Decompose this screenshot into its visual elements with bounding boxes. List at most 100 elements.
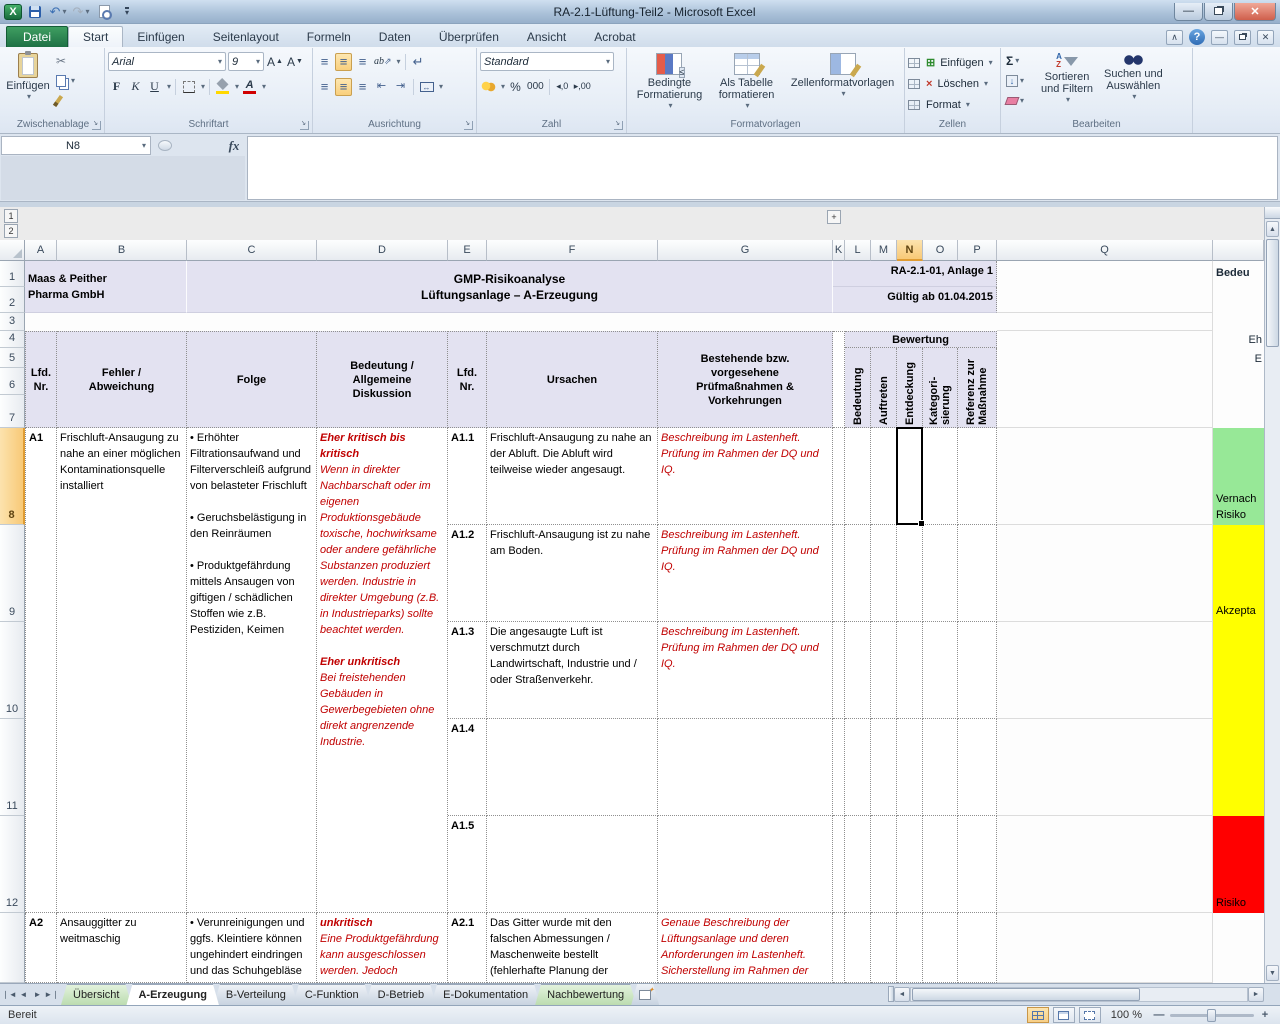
header-folge[interactable]: Folge [187, 331, 317, 428]
font-color-button[interactable]: A [241, 78, 258, 96]
underline-button[interactable]: U [146, 78, 163, 96]
empty-cell[interactable] [833, 719, 845, 816]
row-header-12[interactable]: 12 [0, 816, 25, 913]
cell-a1-2-text[interactable]: Frischluft-Ansaugung ist zu nahe am Bode… [487, 525, 658, 622]
cell-a1-4-note[interactable] [658, 719, 833, 816]
accounting-format-button[interactable] [480, 78, 497, 96]
empty-cell[interactable] [845, 525, 871, 622]
customize-qat-button[interactable]: ▾ [118, 3, 136, 20]
empty-cell[interactable] [997, 331, 1213, 428]
save-button[interactable] [26, 3, 44, 20]
empty-cell[interactable] [923, 816, 958, 913]
align-left-button[interactable]: ≡ [316, 78, 333, 96]
row-header-13[interactable] [0, 913, 25, 983]
cell-a1-2-note[interactable]: Beschreibung im Lastenheft. Prüfung im R… [658, 525, 833, 622]
sheet-tab-uebersicht[interactable]: Übersicht [61, 984, 131, 1005]
empty-cell[interactable] [871, 913, 897, 983]
cell-doc-title[interactable]: GMP-Risikoanalyse Lüftungsanlage – A-Erz… [187, 261, 833, 313]
zoom-level[interactable]: 100 % [1111, 1009, 1142, 1021]
decrease-indent-button[interactable]: ⇤ [373, 78, 390, 96]
col-header-B[interactable]: B [57, 240, 187, 261]
decrease-decimal-button[interactable]: ▸,00 [573, 78, 592, 96]
sheet-tab-c-funktion[interactable]: C-Funktion [293, 984, 371, 1005]
zoom-out-button[interactable]: — [1152, 1008, 1166, 1022]
row-header-10[interactable]: 10 [0, 622, 25, 719]
delete-cells-button[interactable]: ×Löschen▾ [908, 74, 997, 93]
horizontal-scrollbar[interactable]: ◄ ► [888, 984, 1264, 1004]
col-header-L[interactable]: L [845, 240, 871, 261]
empty-cell[interactable] [845, 428, 871, 525]
empty-cell[interactable] [958, 428, 997, 525]
cell-a1-1-note[interactable]: Beschreibung im Lastenheft. Prüfung im R… [658, 428, 833, 525]
col-header-A[interactable]: A [25, 240, 57, 261]
doc-minimize-button[interactable]: — [1211, 30, 1228, 45]
empty-cell[interactable] [871, 719, 897, 816]
empty-cell[interactable] [923, 622, 958, 719]
col-header-R[interactable] [1213, 240, 1264, 261]
empty-cell[interactable] [845, 816, 871, 913]
empty-cell[interactable] [997, 428, 1213, 525]
empty-cell[interactable] [833, 525, 845, 622]
empty-cell[interactable] [845, 913, 871, 983]
cell-a1-5-text[interactable] [487, 816, 658, 913]
empty-cell[interactable] [845, 719, 871, 816]
tab-acrobat[interactable]: Acrobat [580, 27, 649, 47]
fill-button[interactable]: ↓▾ [1004, 72, 1034, 89]
empty-cell[interactable] [833, 816, 845, 913]
empty-cell[interactable] [833, 622, 845, 719]
header-rot-kategorisierung[interactable]: Kategori- sierung [923, 348, 958, 428]
empty-cell[interactable] [958, 622, 997, 719]
sheet-tab-e-dokumentation[interactable]: E-Dokumentation [431, 984, 540, 1005]
header-massnahmen[interactable]: Bestehende bzw. vorgesehene Prüfmaßnahme… [658, 331, 833, 428]
cell-a1-1-id[interactable]: A1.1 [448, 428, 487, 525]
row-header-11[interactable]: 11 [0, 719, 25, 816]
cell-a1-1-text[interactable]: Frischluft-Ansaugung zu nahe an der Ablu… [487, 428, 658, 525]
col-header-N[interactable]: N [897, 240, 923, 261]
empty-cell[interactable] [997, 913, 1213, 983]
row-header-4[interactable]: 4 [0, 331, 25, 348]
cell-a2-folge[interactable]: • Verunreinigungen und ggfs. Kleintiere … [187, 913, 317, 983]
tab-ansicht[interactable]: Ansicht [513, 27, 580, 47]
format-as-table-button[interactable]: Als Tabelle formatieren▾ [715, 50, 779, 117]
split-handle[interactable] [1265, 207, 1280, 219]
empty-cell[interactable] [897, 622, 923, 719]
col-header-P[interactable]: P [958, 240, 997, 261]
header-rot-bedeutung[interactable]: Bedeutung [845, 348, 871, 428]
header-lfd-nr-2[interactable]: Lfd. Nr. [448, 331, 487, 428]
normal-view-button[interactable] [1027, 1007, 1049, 1023]
borders-button[interactable] [180, 78, 197, 96]
row-header-5[interactable]: 5 [0, 348, 25, 368]
zoom-in-button[interactable]: + [1258, 1008, 1272, 1022]
empty-cell[interactable] [958, 525, 997, 622]
outline-expand-button[interactable]: + [827, 210, 841, 224]
tab-seitenlayout[interactable]: Seitenlayout [199, 27, 293, 47]
sheet-tab-nachbewertung[interactable]: Nachbewertung [535, 984, 636, 1005]
wrap-text-button[interactable]: ↵ [410, 53, 427, 71]
tab-start[interactable]: Start [68, 26, 123, 47]
help-button[interactable]: ? [1189, 29, 1205, 45]
cell-a2-bedeutung[interactable]: unkritisch Eine Produktgefährdung kann a… [317, 913, 448, 983]
empty-cell[interactable] [833, 913, 845, 983]
col-header-G[interactable]: G [658, 240, 833, 261]
empty-cell[interactable] [871, 816, 897, 913]
empty-cell[interactable] [833, 331, 845, 428]
legend-green-cell[interactable]: Vernach Risiko [1213, 428, 1264, 525]
legend-yellow-cell[interactable]: Akzepta [1213, 525, 1264, 816]
header-lfd-nr[interactable]: Lfd. Nr. [25, 331, 57, 428]
worksheet-grid[interactable]: 1 2 + A B C D E F G K L M N O P Q 1 2 3 … [0, 207, 1264, 983]
scroll-right-button[interactable]: ► [1248, 987, 1264, 1002]
empty-cell[interactable] [958, 816, 997, 913]
collapse-ribbon-button[interactable]: ∧ [1166, 30, 1183, 45]
outline-level-2-button[interactable]: 2 [4, 224, 18, 238]
increase-indent-button[interactable]: ⇥ [392, 78, 409, 96]
merge-center-button[interactable]: ↔ [418, 78, 435, 96]
dialog-launcher-icon[interactable] [92, 121, 101, 130]
cell-a1-5-id[interactable]: A1.5 [448, 816, 487, 913]
grow-font-button[interactable]: A▲ [266, 53, 284, 71]
cell-styles-button[interactable]: Zellenformatvorlagen▾ [787, 50, 898, 117]
cell-a1-3-text[interactable]: Die angesaugte Luft ist verschmutzt durc… [487, 622, 658, 719]
empty-cell[interactable] [997, 313, 1213, 331]
dialog-launcher-icon[interactable] [464, 121, 473, 130]
cell-a1-5-note[interactable] [658, 816, 833, 913]
cell-a1-2-id[interactable]: A1.2 [448, 525, 487, 622]
